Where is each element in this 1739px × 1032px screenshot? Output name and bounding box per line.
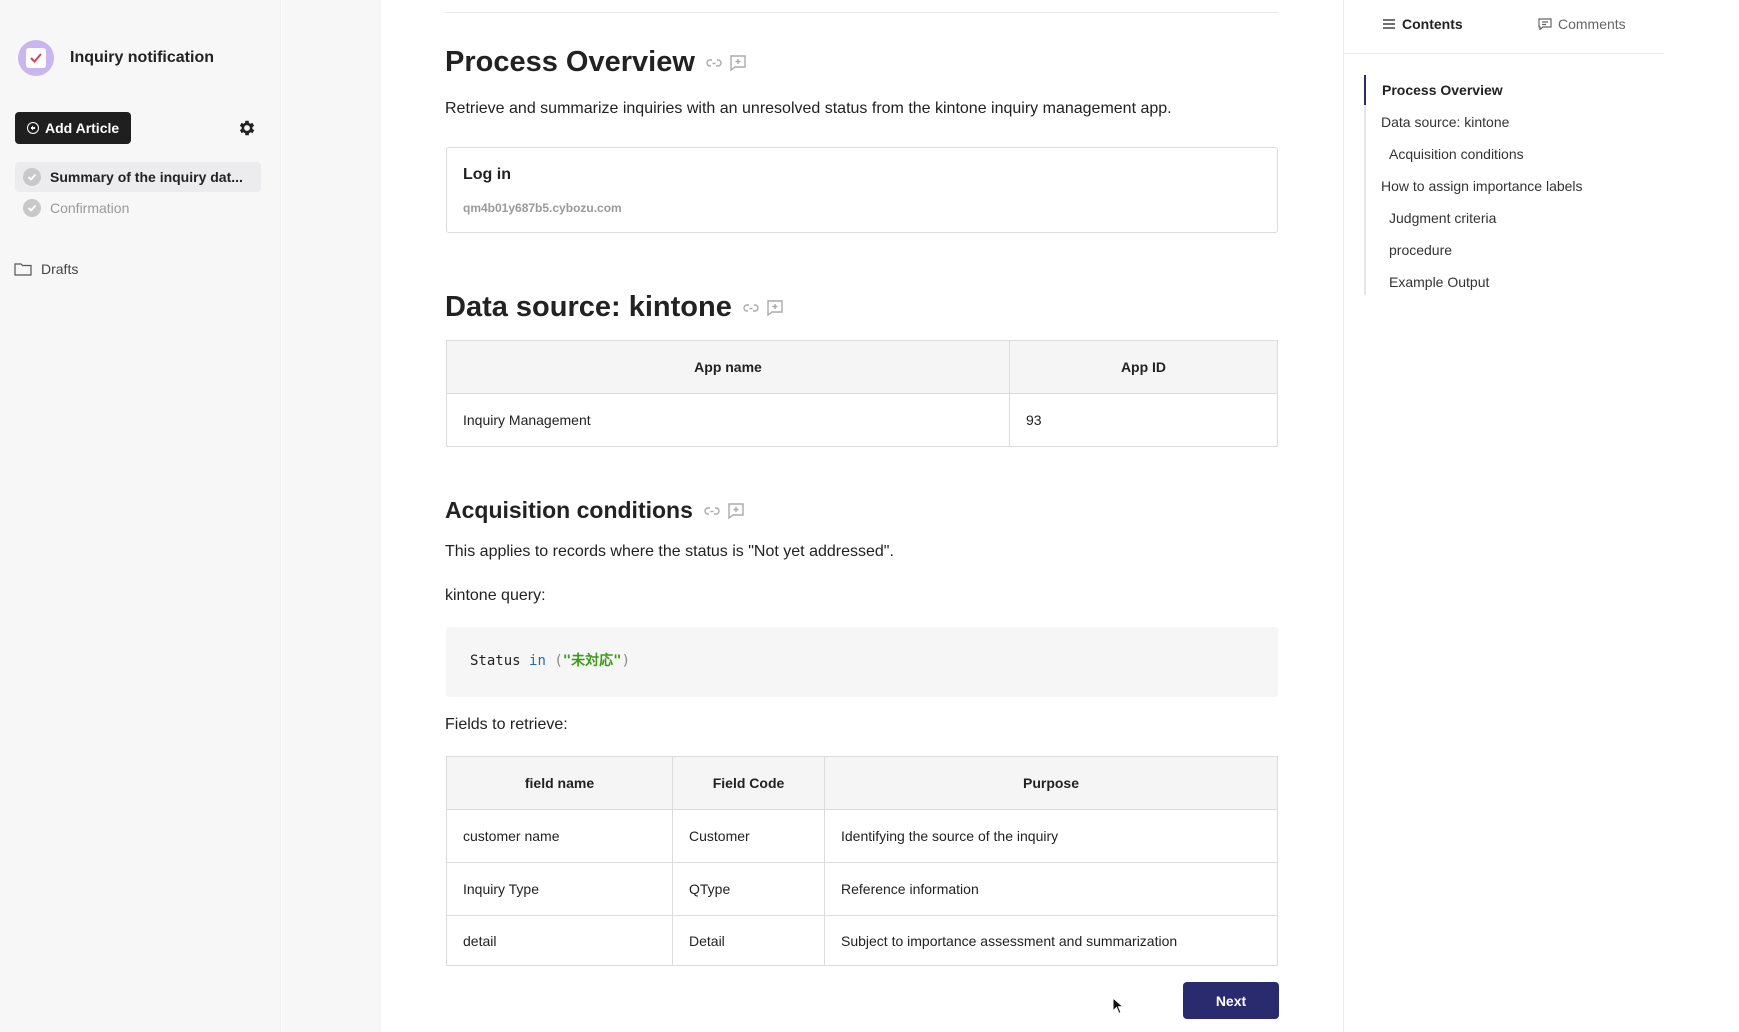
table-cell: Identifying the source of the inquiry	[824, 809, 1278, 863]
sidebar-item-confirmation[interactable]: Confirmation	[15, 193, 261, 223]
query-label: kintone query:	[445, 587, 546, 604]
table-cell: detail	[446, 915, 673, 966]
app-table: App name App ID Inquiry Management 93	[446, 340, 1278, 447]
article-content: Process Overview Retrieve and summarize …	[381, 0, 1343, 1032]
table-header: Purpose	[824, 756, 1278, 810]
table-cell: Subject to importance assessment and sum…	[824, 915, 1278, 966]
folder-icon	[14, 263, 32, 276]
code-field: Status	[470, 653, 521, 669]
heading-text: Process Overview	[445, 46, 695, 78]
sidebar-item-drafts[interactable]: Drafts	[14, 261, 78, 277]
table-cell: customer name	[446, 809, 673, 863]
table-header: field name	[446, 756, 673, 810]
tab-contents[interactable]: Contents	[1382, 16, 1463, 32]
table-cell: QType	[672, 862, 825, 916]
table-header: Field Code	[672, 756, 825, 810]
toc-item-example-output[interactable]: Example Output	[1389, 274, 1489, 290]
process-overview-description: Retrieve and summarize inquiries with an…	[445, 100, 1172, 117]
table-row: customer name Customer Identifying the s…	[446, 809, 1278, 863]
code-paren-close: )	[621, 653, 631, 669]
login-card[interactable]: Log in qm4b01y687b5.cybozu.com	[446, 147, 1278, 233]
section-heading-acquisition: Acquisition conditions	[445, 497, 745, 524]
fields-table: field name Field Code Purpose customer n…	[446, 756, 1278, 966]
toc-pane: Contents Comments Process Overview Data …	[1343, 0, 1739, 1032]
check-circle-icon	[23, 168, 41, 186]
toc-item-process-overview[interactable]: Process Overview	[1382, 82, 1503, 98]
check-circle-icon	[23, 199, 41, 217]
link-icon[interactable]	[705, 54, 723, 72]
divider	[445, 12, 1278, 13]
app-title: Inquiry notification	[70, 49, 214, 66]
login-url: qm4b01y687b5.cybozu.com	[463, 201, 622, 215]
table-cell: Inquiry Management	[446, 393, 1010, 447]
table-header: App ID	[1009, 340, 1278, 394]
toc-item-judgment-criteria[interactable]: Judgment criteria	[1389, 210, 1496, 226]
toc-item-data-source[interactable]: Data source: kintone	[1381, 114, 1509, 130]
content-gutter	[282, 0, 381, 1032]
toc-item-procedure[interactable]: procedure	[1389, 242, 1452, 258]
acquisition-description: This applies to records where the status…	[445, 543, 894, 560]
toc-list: Process Overview Data source: kintone Ac…	[1364, 75, 1664, 295]
table-row: Inquiry Type QType Reference information	[446, 862, 1278, 916]
sidebar-item-label: Summary of the inquiry dat...	[50, 169, 243, 185]
sidebar-item-label: Confirmation	[50, 200, 130, 216]
sidebar-item-summary[interactable]: Summary of the inquiry dat...	[15, 162, 261, 192]
gear-icon[interactable]	[237, 118, 257, 138]
heading-text: Acquisition conditions	[445, 497, 693, 523]
table-cell: Inquiry Type	[446, 862, 673, 916]
section-heading-process-overview: Process Overview	[445, 46, 747, 79]
link-icon[interactable]	[703, 502, 721, 520]
app-checklist-icon	[18, 40, 54, 76]
mouse-cursor-icon	[1112, 997, 1124, 1015]
heading-text: Data source: kintone	[445, 291, 732, 323]
code-paren-open: (	[554, 653, 563, 669]
plus-circle-icon	[27, 122, 39, 134]
tab-label: Comments	[1558, 16, 1626, 32]
table-row: detail Detail Subject to importance asse…	[446, 915, 1278, 966]
table-cell: 93	[1009, 393, 1278, 447]
code-operator: in	[529, 653, 546, 669]
toc-tabs: Contents Comments	[1344, 0, 1664, 54]
drafts-label: Drafts	[41, 261, 79, 277]
code-block: Status in ("未対応")	[446, 627, 1278, 697]
add-article-button[interactable]: Add Article	[15, 112, 132, 144]
table-cell: Reference information	[824, 862, 1278, 916]
add-comment-icon[interactable]	[729, 54, 747, 72]
table-row: Inquiry Management 93	[446, 393, 1278, 447]
add-comment-icon[interactable]	[727, 502, 745, 520]
table-cell: Detail	[672, 915, 825, 966]
toc-item-acquisition-conditions[interactable]: Acquisition conditions	[1389, 146, 1524, 162]
login-title: Log in	[463, 166, 511, 183]
toc-active-marker	[1364, 75, 1366, 105]
app-header[interactable]: Inquiry notification	[18, 40, 214, 76]
tab-comments[interactable]: Comments	[1538, 16, 1626, 32]
add-article-label: Add Article	[45, 120, 120, 136]
next-button[interactable]: Next	[1183, 982, 1279, 1019]
comment-icon	[1538, 18, 1552, 30]
left-sidebar: Inquiry notification Add Article Summary…	[0, 0, 281, 1032]
fields-label: Fields to retrieve:	[445, 716, 568, 733]
section-heading-data-source: Data source: kintone	[445, 291, 784, 324]
add-comment-icon[interactable]	[766, 299, 784, 317]
list-icon	[1383, 19, 1395, 29]
link-icon[interactable]	[742, 299, 760, 317]
toc-item-importance-labels[interactable]: How to assign importance labels	[1381, 178, 1583, 194]
table-cell: Customer	[672, 809, 825, 863]
table-header: App name	[446, 340, 1010, 394]
tab-label: Contents	[1402, 16, 1463, 32]
code-string: "未対応"	[562, 653, 622, 669]
